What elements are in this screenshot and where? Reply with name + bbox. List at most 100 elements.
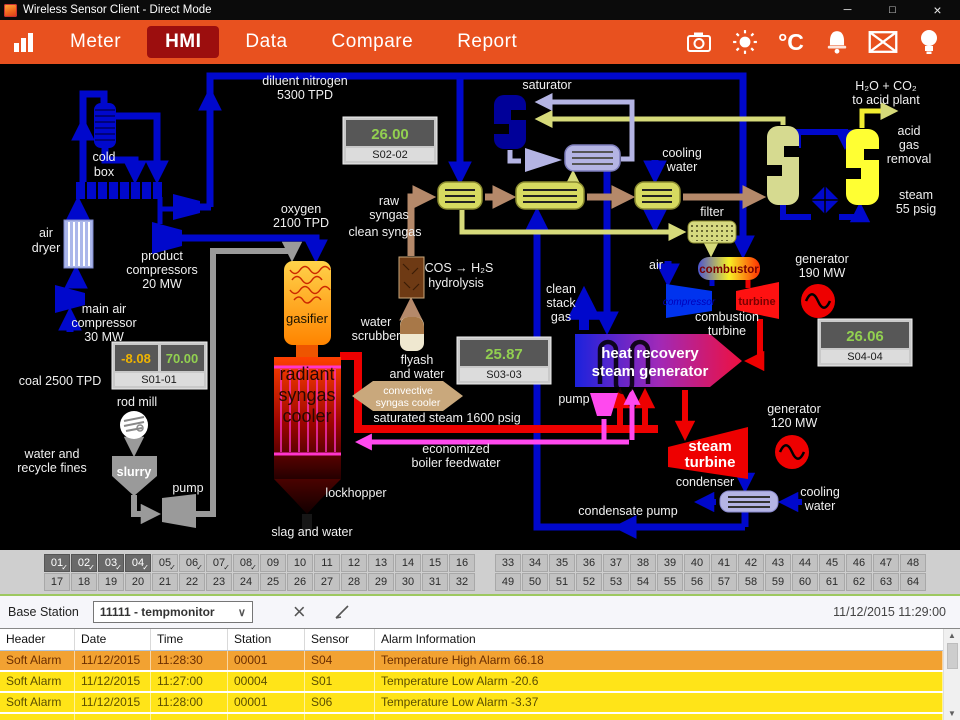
sensor-cell-27[interactable]: 27 xyxy=(314,573,340,591)
clear-selection-button[interactable]: × xyxy=(293,602,306,622)
sensor-cell-03[interactable]: 03✓ xyxy=(98,554,124,572)
sensor-cell-22[interactable]: 22 xyxy=(179,573,205,591)
alarm-row[interactable]: Soft Alarm11/12/201511:28:3000001S04Temp… xyxy=(0,651,943,672)
alarm-bell-icon[interactable] xyxy=(820,27,854,57)
sensor-cell-21[interactable]: 21 xyxy=(152,573,178,591)
sensor-cell-58[interactable]: 58 xyxy=(738,573,764,591)
menu-item-report[interactable]: Report xyxy=(439,26,535,58)
close-button[interactable]: × xyxy=(915,0,960,20)
sensor-cell-19[interactable]: 19 xyxy=(98,573,124,591)
sensor-cell-09[interactable]: 09 xyxy=(260,554,286,572)
sensor-cell-34[interactable]: 34 xyxy=(522,554,548,572)
sensor-cell-61[interactable]: 61 xyxy=(819,573,845,591)
menu-item-data[interactable]: Data xyxy=(227,26,305,58)
mail-icon[interactable] xyxy=(866,27,900,57)
alarm-col-header[interactable]: Sensor xyxy=(305,629,375,650)
sensor-cell-56[interactable]: 56 xyxy=(684,573,710,591)
sensor-cell-18[interactable]: 18 xyxy=(71,573,97,591)
sensor-cell-59[interactable]: 59 xyxy=(765,573,791,591)
sensor-cell-33[interactable]: 33 xyxy=(495,554,521,572)
sensor-cell-31[interactable]: 31 xyxy=(422,573,448,591)
sensor-cell-28[interactable]: 28 xyxy=(341,573,367,591)
sensor-cell-16[interactable]: 16 xyxy=(449,554,475,572)
sensor-cell-47[interactable]: 47 xyxy=(873,554,899,572)
sensor-cell-40[interactable]: 40 xyxy=(684,554,710,572)
sensor-cell-24[interactable]: 24 xyxy=(233,573,259,591)
sensor-cell-50[interactable]: 50 xyxy=(522,573,548,591)
scroll-up-icon[interactable]: ▲ xyxy=(948,629,956,643)
sensor-cell-39[interactable]: 39 xyxy=(657,554,683,572)
lightbulb-icon[interactable] xyxy=(912,27,946,57)
menu-item-meter[interactable]: Meter xyxy=(52,26,139,58)
sensor-cell-12[interactable]: 12 xyxy=(341,554,367,572)
sensor-box-s04[interactable]: 26.06 S04-04 xyxy=(818,319,912,366)
alarm-row[interactable] xyxy=(0,714,943,720)
sensor-cell-46[interactable]: 46 xyxy=(846,554,872,572)
menu-item-compare[interactable]: Compare xyxy=(314,26,432,58)
sensor-cell-55[interactable]: 55 xyxy=(657,573,683,591)
sensor-cell-43[interactable]: 43 xyxy=(765,554,791,572)
brightness-icon[interactable] xyxy=(728,27,762,57)
sensor-cell-01[interactable]: 01✓ xyxy=(44,554,70,572)
sensor-cell-15[interactable]: 15 xyxy=(422,554,448,572)
bar-chart-icon[interactable] xyxy=(12,31,38,53)
sensor-cell-05[interactable]: 05✓ xyxy=(152,554,178,572)
sensor-box-s03[interactable]: 25.87 S03-03 xyxy=(457,337,551,384)
sensor-cell-04[interactable]: 04✓ xyxy=(125,554,151,572)
sensor-cell-32[interactable]: 32 xyxy=(449,573,475,591)
sensor-cell-25[interactable]: 25 xyxy=(260,573,286,591)
sensor-cell-23[interactable]: 23 xyxy=(206,573,232,591)
sensor-box-s01[interactable]: -8.08 70.00 S01-01 xyxy=(112,342,207,389)
sensor-cell-51[interactable]: 51 xyxy=(549,573,575,591)
sensor-cell-45[interactable]: 45 xyxy=(819,554,845,572)
alarm-col-header[interactable]: Time xyxy=(151,629,228,650)
scroll-down-icon[interactable]: ▼ xyxy=(948,707,956,720)
sensor-cell-08[interactable]: 08✓ xyxy=(233,554,259,572)
sensor-cell-41[interactable]: 41 xyxy=(711,554,737,572)
sensor-cell-02[interactable]: 02✓ xyxy=(71,554,97,572)
sensor-cell-62[interactable]: 62 xyxy=(846,573,872,591)
sensor-cell-11[interactable]: 11 xyxy=(314,554,340,572)
base-station-dropdown[interactable]: 11111 - tempmonitor ∨ xyxy=(93,601,253,623)
sensor-cell-48[interactable]: 48 xyxy=(900,554,926,572)
sensor-cell-14[interactable]: 14 xyxy=(395,554,421,572)
minimize-button[interactable]: ─ xyxy=(825,0,870,20)
sensor-cell-52[interactable]: 52 xyxy=(576,573,602,591)
sensor-cell-06[interactable]: 06✓ xyxy=(179,554,205,572)
alarm-col-header[interactable]: Alarm Information xyxy=(375,629,960,650)
sensor-cell-64[interactable]: 64 xyxy=(900,573,926,591)
sensor-cell-30[interactable]: 30 xyxy=(395,573,421,591)
sensor-cell-36[interactable]: 36 xyxy=(576,554,602,572)
alarm-row[interactable]: Soft Alarm11/12/201511:27:0000004S01Temp… xyxy=(0,672,943,693)
sensor-cell-38[interactable]: 38 xyxy=(630,554,656,572)
alarm-row[interactable]: Soft Alarm11/12/201511:28:0000001S06Temp… xyxy=(0,693,943,714)
sensor-cell-35[interactable]: 35 xyxy=(549,554,575,572)
sensor-cell-54[interactable]: 54 xyxy=(630,573,656,591)
edit-pencil-icon[interactable] xyxy=(332,603,352,621)
sensor-cell-57[interactable]: 57 xyxy=(711,573,737,591)
sensor-cell-37[interactable]: 37 xyxy=(603,554,629,572)
sensor-cell-20[interactable]: 20 xyxy=(125,573,151,591)
vertical-scrollbar[interactable]: ▲ ▼ xyxy=(943,629,960,720)
alarm-col-header[interactable]: Station xyxy=(228,629,305,650)
sensor-cell-63[interactable]: 63 xyxy=(873,573,899,591)
sensor-cell-44[interactable]: 44 xyxy=(792,554,818,572)
camera-icon[interactable] xyxy=(682,27,716,57)
sensor-box-s02[interactable]: 26.00 S02-02 xyxy=(343,117,437,164)
sensor-cell-17[interactable]: 17 xyxy=(44,573,70,591)
alarm-col-header[interactable]: Header xyxy=(0,629,75,650)
sensor-cell-13[interactable]: 13 xyxy=(368,554,394,572)
sensor-cell-29[interactable]: 29 xyxy=(368,573,394,591)
sensor-cell-60[interactable]: 60 xyxy=(792,573,818,591)
celsius-unit-icon[interactable]: °C xyxy=(774,27,808,57)
maximize-button[interactable]: □ xyxy=(870,0,915,20)
sensor-cell-07[interactable]: 07✓ xyxy=(206,554,232,572)
sensor-cell-53[interactable]: 53 xyxy=(603,573,629,591)
sensor-cell-26[interactable]: 26 xyxy=(287,573,313,591)
sensor-cell-49[interactable]: 49 xyxy=(495,573,521,591)
menu-item-hmi[interactable]: HMI xyxy=(147,26,219,58)
scrollbar-thumb[interactable] xyxy=(947,643,958,669)
sensor-cell-42[interactable]: 42 xyxy=(738,554,764,572)
alarm-col-header[interactable]: Date xyxy=(75,629,151,650)
sensor-cell-10[interactable]: 10 xyxy=(287,554,313,572)
